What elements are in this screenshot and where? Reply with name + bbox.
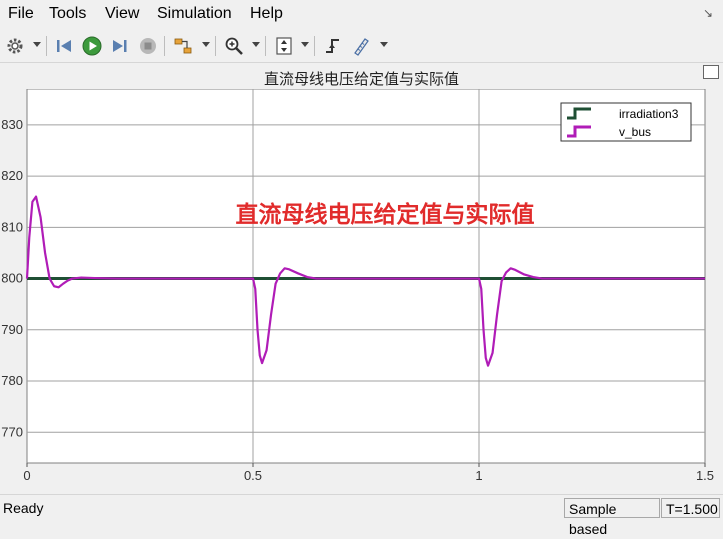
toolbar xyxy=(0,30,723,63)
chevron-down-icon[interactable] xyxy=(252,42,260,47)
y-tick-label: 790 xyxy=(1,322,23,337)
y-tick-label: 820 xyxy=(1,168,23,183)
x-tick-label: 1.5 xyxy=(696,468,714,483)
toolbar-separator xyxy=(215,36,216,56)
zoom-in-icon[interactable] xyxy=(222,34,246,58)
step-forward-icon[interactable] xyxy=(108,34,132,58)
stop-icon[interactable] xyxy=(136,34,160,58)
scope-plot[interactable]: 0 0.5 1 1.5 770 780 790 800 810 820 830 直流母线电压给定值与实… xyxy=(0,89,723,494)
plot-title-strip: 直流母线电压给定值与实际值 xyxy=(0,63,723,89)
x-tick-label: 0.5 xyxy=(244,468,262,483)
y-tick-label: 830 xyxy=(1,117,23,132)
y-tick-label: 800 xyxy=(1,271,23,286)
menu-tools[interactable]: Tools xyxy=(49,5,86,23)
cursor-measurement-icon[interactable] xyxy=(349,34,373,58)
x-tick-label: 1 xyxy=(475,468,482,483)
chevron-down-icon[interactable] xyxy=(380,42,388,47)
rewind-icon[interactable] xyxy=(52,34,76,58)
status-ready: Ready xyxy=(3,500,44,516)
menu-help[interactable]: Help xyxy=(250,5,283,23)
gear-icon[interactable] xyxy=(3,34,27,58)
y-tick-label: 770 xyxy=(1,424,23,439)
trigger-icon[interactable] xyxy=(321,34,345,58)
menu-bar: File Tools View Simulation Help ↘ xyxy=(0,0,723,30)
status-bar: Ready Sample based T=1.500 xyxy=(0,494,723,537)
x-tick-label: 0 xyxy=(23,468,30,483)
run-icon[interactable] xyxy=(80,34,104,58)
highlight-block-icon[interactable] xyxy=(171,34,195,58)
fit-axes-icon[interactable] xyxy=(272,34,296,58)
overlay-annotation: 直流母线电压给定值与实际值 xyxy=(236,201,535,228)
legend-label-irradiation3: irradiation3 xyxy=(619,107,679,121)
y-tick-label: 810 xyxy=(1,219,23,234)
chevron-down-icon[interactable] xyxy=(33,42,41,47)
window-dock-icon[interactable]: ↘ xyxy=(703,6,713,20)
legend-label-v_bus: v_bus xyxy=(619,125,651,139)
chevron-down-icon[interactable] xyxy=(202,42,210,47)
restore-icon[interactable] xyxy=(703,65,719,79)
plot-area[interactable] xyxy=(26,89,706,464)
y-tick-label: 780 xyxy=(1,373,23,388)
toolbar-separator xyxy=(46,36,47,56)
sim-time: T=1.500 xyxy=(661,498,720,518)
menu-view[interactable]: View xyxy=(105,5,139,23)
menu-file[interactable]: File xyxy=(8,5,34,23)
toolbar-separator xyxy=(265,36,266,56)
menu-simulation[interactable]: Simulation xyxy=(157,5,232,23)
toolbar-separator xyxy=(314,36,315,56)
chevron-down-icon[interactable] xyxy=(301,42,309,47)
toolbar-separator xyxy=(164,36,165,56)
plot-title: 直流母线电压给定值与实际值 xyxy=(263,71,459,88)
sample-mode: Sample based xyxy=(564,498,660,537)
